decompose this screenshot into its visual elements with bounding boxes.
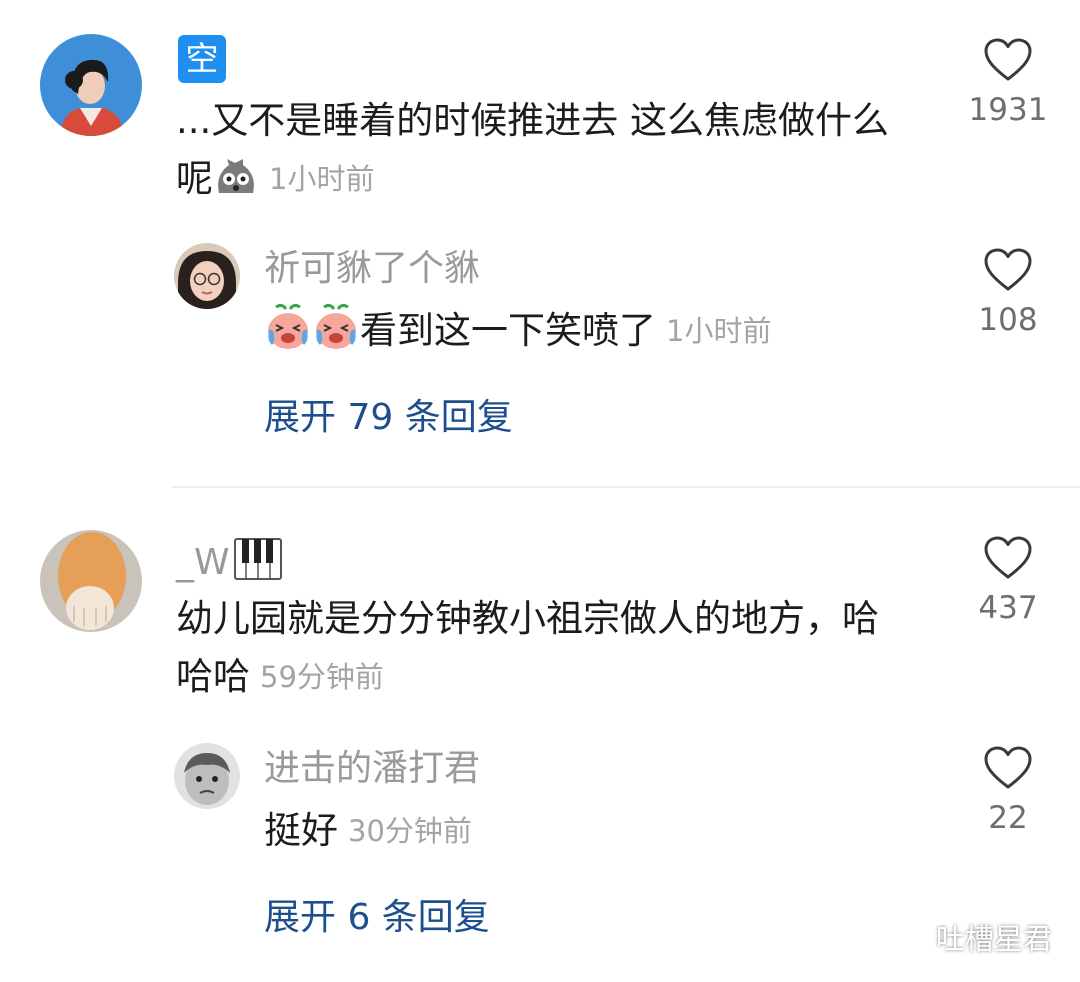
heart-icon	[984, 248, 1032, 291]
username: 空	[185, 39, 219, 78]
reply-like-count: 108	[978, 302, 1038, 338]
reply-avatar[interactable]	[174, 743, 240, 809]
comment-time: 59分钟前	[260, 660, 384, 694]
reply-like-count: 22	[988, 800, 1028, 836]
crying-laughing-peach-emoji-icon	[312, 303, 360, 368]
reply-username[interactable]: 祈可貅了个貅	[264, 247, 480, 291]
reply-time: 30分钟前	[348, 814, 472, 848]
heart-icon	[984, 536, 1032, 579]
heart-icon	[984, 38, 1032, 81]
comment-text-end: 呢	[176, 157, 213, 200]
reply-time: 1小时前	[666, 314, 772, 348]
like-button[interactable]: 1931	[958, 38, 1058, 130]
avatar[interactable]	[40, 530, 142, 632]
reply-text-content: 看到这一下笑喷了	[360, 309, 656, 352]
avatar[interactable]	[40, 34, 142, 136]
username: _W	[176, 542, 230, 583]
reply-text-content: 挺好	[264, 809, 338, 852]
reply-like-button[interactable]: 22	[958, 746, 1058, 838]
watermark-text: 吐槽星君	[936, 922, 1053, 956]
comment-text: 幼儿园就是分分钟教小祖宗做人的地方，哈 哈哈 59分钟前	[176, 590, 946, 706]
reply-like-button[interactable]: 108	[958, 248, 1058, 340]
comment-text: ...又不是睡着的时候推进去 这么焦虑做什么 呢 1小时前	[176, 92, 946, 216]
comment-time: 1小时前	[269, 162, 375, 196]
expand-replies-link[interactable]: 展开 6 条回复	[264, 896, 490, 940]
username-row[interactable]: _W	[176, 538, 282, 591]
comment-text-end: 哈哈	[176, 655, 250, 698]
expand-replies-link[interactable]: 展开 79 条回复	[264, 396, 513, 440]
piano-keys-icon	[233, 538, 282, 591]
like-count: 1931	[968, 92, 1048, 128]
like-count: 437	[978, 590, 1038, 626]
reply-text: 看到这一下笑喷了 1小时前	[264, 302, 771, 368]
reply-username[interactable]: 进击的潘打君	[264, 747, 480, 791]
comment-text-line: ...又不是睡着的时候推进去 这么焦虑做什么	[176, 99, 890, 142]
watermark: 吐槽星君	[886, 916, 1052, 962]
comment-text-line: 幼儿园就是分分钟教小祖宗做人的地方，哈	[176, 597, 879, 640]
reply-text: 挺好 30分钟前	[264, 802, 472, 860]
shocked-face-emoji-icon	[213, 155, 259, 216]
wechat-icon	[886, 921, 930, 962]
like-button[interactable]: 437	[958, 536, 1058, 628]
comment-text-line-2: 呢 1小时前	[176, 150, 946, 216]
username-badge[interactable]: 空	[178, 35, 226, 83]
reply-avatar[interactable]	[174, 243, 240, 309]
crying-laughing-peach-emoji-icon	[264, 303, 312, 368]
divider	[172, 486, 1080, 488]
heart-icon	[984, 746, 1032, 789]
comment-text-line-2: 哈哈 59分钟前	[176, 648, 946, 706]
